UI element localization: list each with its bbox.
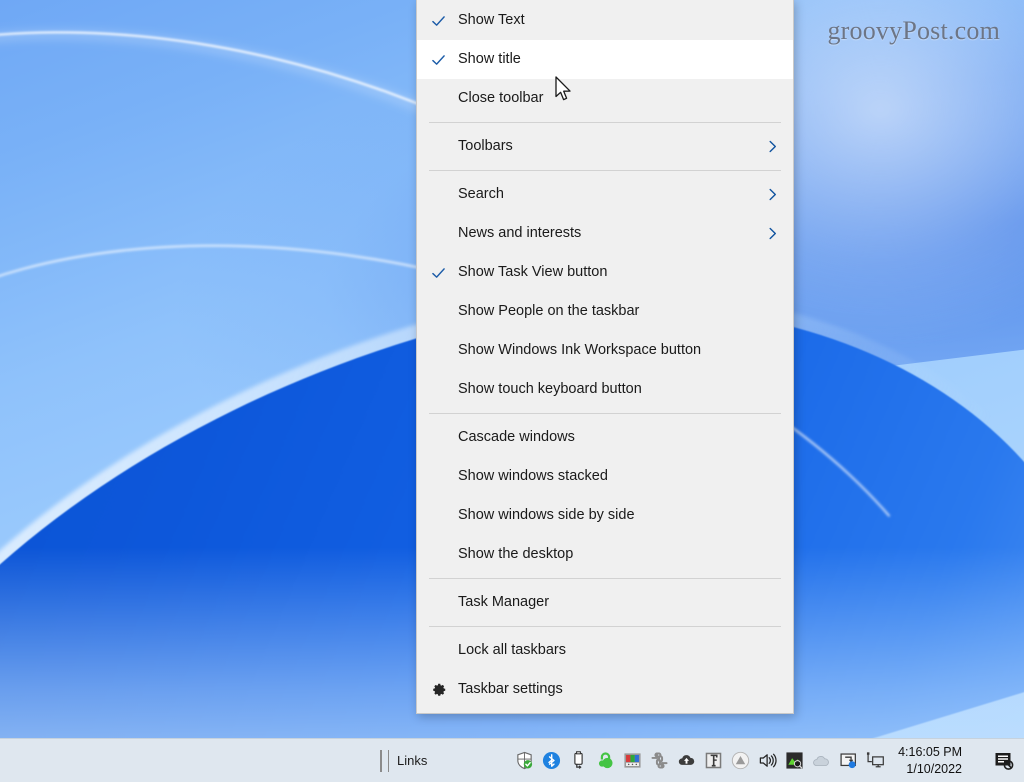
clock-date: 1/10/2022 <box>906 761 962 778</box>
menu-item-lock-all-taskbars[interactable]: Lock all taskbars <box>417 631 793 670</box>
check-icon <box>431 52 446 67</box>
taskbar-context-menu[interactable]: Show Text Show title Close toolbar Toolbars… <box>416 0 794 714</box>
desktop: groovyPost.com Show Text Show title Close … <box>0 0 1024 782</box>
menu-item-cascade-windows[interactable]: Cascade windows <box>417 418 793 457</box>
menu-item-label: Show Task View button <box>458 265 607 280</box>
menu-separator <box>429 578 781 579</box>
chevron-right-icon <box>766 227 779 240</box>
menu-item-label: Task Manager <box>458 595 549 610</box>
gear-icon <box>431 682 447 698</box>
system-tray[interactable] <box>511 746 888 776</box>
usb-safely-remove-icon[interactable] <box>565 746 591 776</box>
links-toolbar-label: Links <box>395 753 435 768</box>
menu-item-label: News and interests <box>458 226 581 241</box>
menu-separator <box>429 122 781 123</box>
nvidia-geforce-icon[interactable] <box>781 746 807 776</box>
toolbar-grip-handle[interactable] <box>380 750 389 772</box>
action-center-icon[interactable] <box>988 745 1020 777</box>
menu-item-label: Show Windows Ink Workspace button <box>458 343 701 358</box>
menu-item-show-text[interactable]: Show Text <box>417 1 793 40</box>
menu-item-label: Show Text <box>458 13 525 28</box>
padlock-icon[interactable] <box>592 746 618 776</box>
menu-item-label: Show the desktop <box>458 547 573 562</box>
menu-item-close-toolbar[interactable]: Close toolbar <box>417 79 793 118</box>
volume-icon[interactable] <box>754 746 780 776</box>
triangle-circle-icon[interactable] <box>727 746 753 776</box>
menu-item-news-and-interests[interactable]: News and interests <box>417 214 793 253</box>
menu-item-label: Lock all taskbars <box>458 643 566 658</box>
menu-item-label: Show People on the taskbar <box>458 304 639 319</box>
menu-item-label: Taskbar settings <box>458 682 563 697</box>
menu-item-label: Toolbars <box>458 139 513 154</box>
menu-item-label: Show title <box>458 52 521 67</box>
taskbar[interactable]: Links <box>0 738 1024 782</box>
menu-item-show-title[interactable]: Show title <box>417 40 793 79</box>
security-shield-icon[interactable] <box>511 746 537 776</box>
menu-separator <box>429 413 781 414</box>
onedrive-icon[interactable] <box>808 746 834 776</box>
menu-item-label: Show windows side by side <box>458 508 635 523</box>
chevron-right-icon <box>766 140 779 153</box>
network-display-icon[interactable] <box>862 746 888 776</box>
screenshot-tool-icon[interactable] <box>835 746 861 776</box>
menu-separator <box>429 626 781 627</box>
fontbase-icon[interactable] <box>700 746 726 776</box>
menu-item-label: Close toolbar <box>458 91 543 106</box>
chevron-right-icon <box>766 188 779 201</box>
menu-item-show-windows-stacked[interactable]: Show windows stacked <box>417 457 793 496</box>
menu-item-show-task-view-button[interactable]: Show Task View button <box>417 253 793 292</box>
bluetooth-icon[interactable] <box>538 746 564 776</box>
slack-icon[interactable] <box>646 746 672 776</box>
menu-item-taskbar-settings[interactable]: Taskbar settings <box>417 670 793 709</box>
watermark-text: groovyPost.com <box>827 16 1000 46</box>
menu-separator <box>429 170 781 171</box>
cloud-upload-icon[interactable] <box>673 746 699 776</box>
check-icon <box>431 13 446 28</box>
menu-item-label: Show touch keyboard button <box>458 382 642 397</box>
menu-item-task-manager[interactable]: Task Manager <box>417 583 793 622</box>
display-color-icon[interactable] <box>619 746 645 776</box>
menu-item-search[interactable]: Search <box>417 175 793 214</box>
check-icon <box>431 265 446 280</box>
menu-item-label: Cascade windows <box>458 430 575 445</box>
menu-item-toolbars[interactable]: Toolbars <box>417 127 793 166</box>
clock[interactable]: 4:16:05 PM 1/10/2022 <box>888 744 974 778</box>
menu-item-show-windows-ink-workspace-button[interactable]: Show Windows Ink Workspace button <box>417 331 793 370</box>
menu-item-show-people-on-the-taskbar[interactable]: Show People on the taskbar <box>417 292 793 331</box>
menu-item-show-touch-keyboard-button[interactable]: Show touch keyboard button <box>417 370 793 409</box>
menu-item-show-windows-side-by-side[interactable]: Show windows side by side <box>417 496 793 535</box>
links-toolbar[interactable]: Links <box>376 750 435 772</box>
menu-item-label: Show windows stacked <box>458 469 608 484</box>
menu-item-label: Search <box>458 187 504 202</box>
clock-time: 4:16:05 PM <box>898 744 962 761</box>
menu-item-show-the-desktop[interactable]: Show the desktop <box>417 535 793 574</box>
